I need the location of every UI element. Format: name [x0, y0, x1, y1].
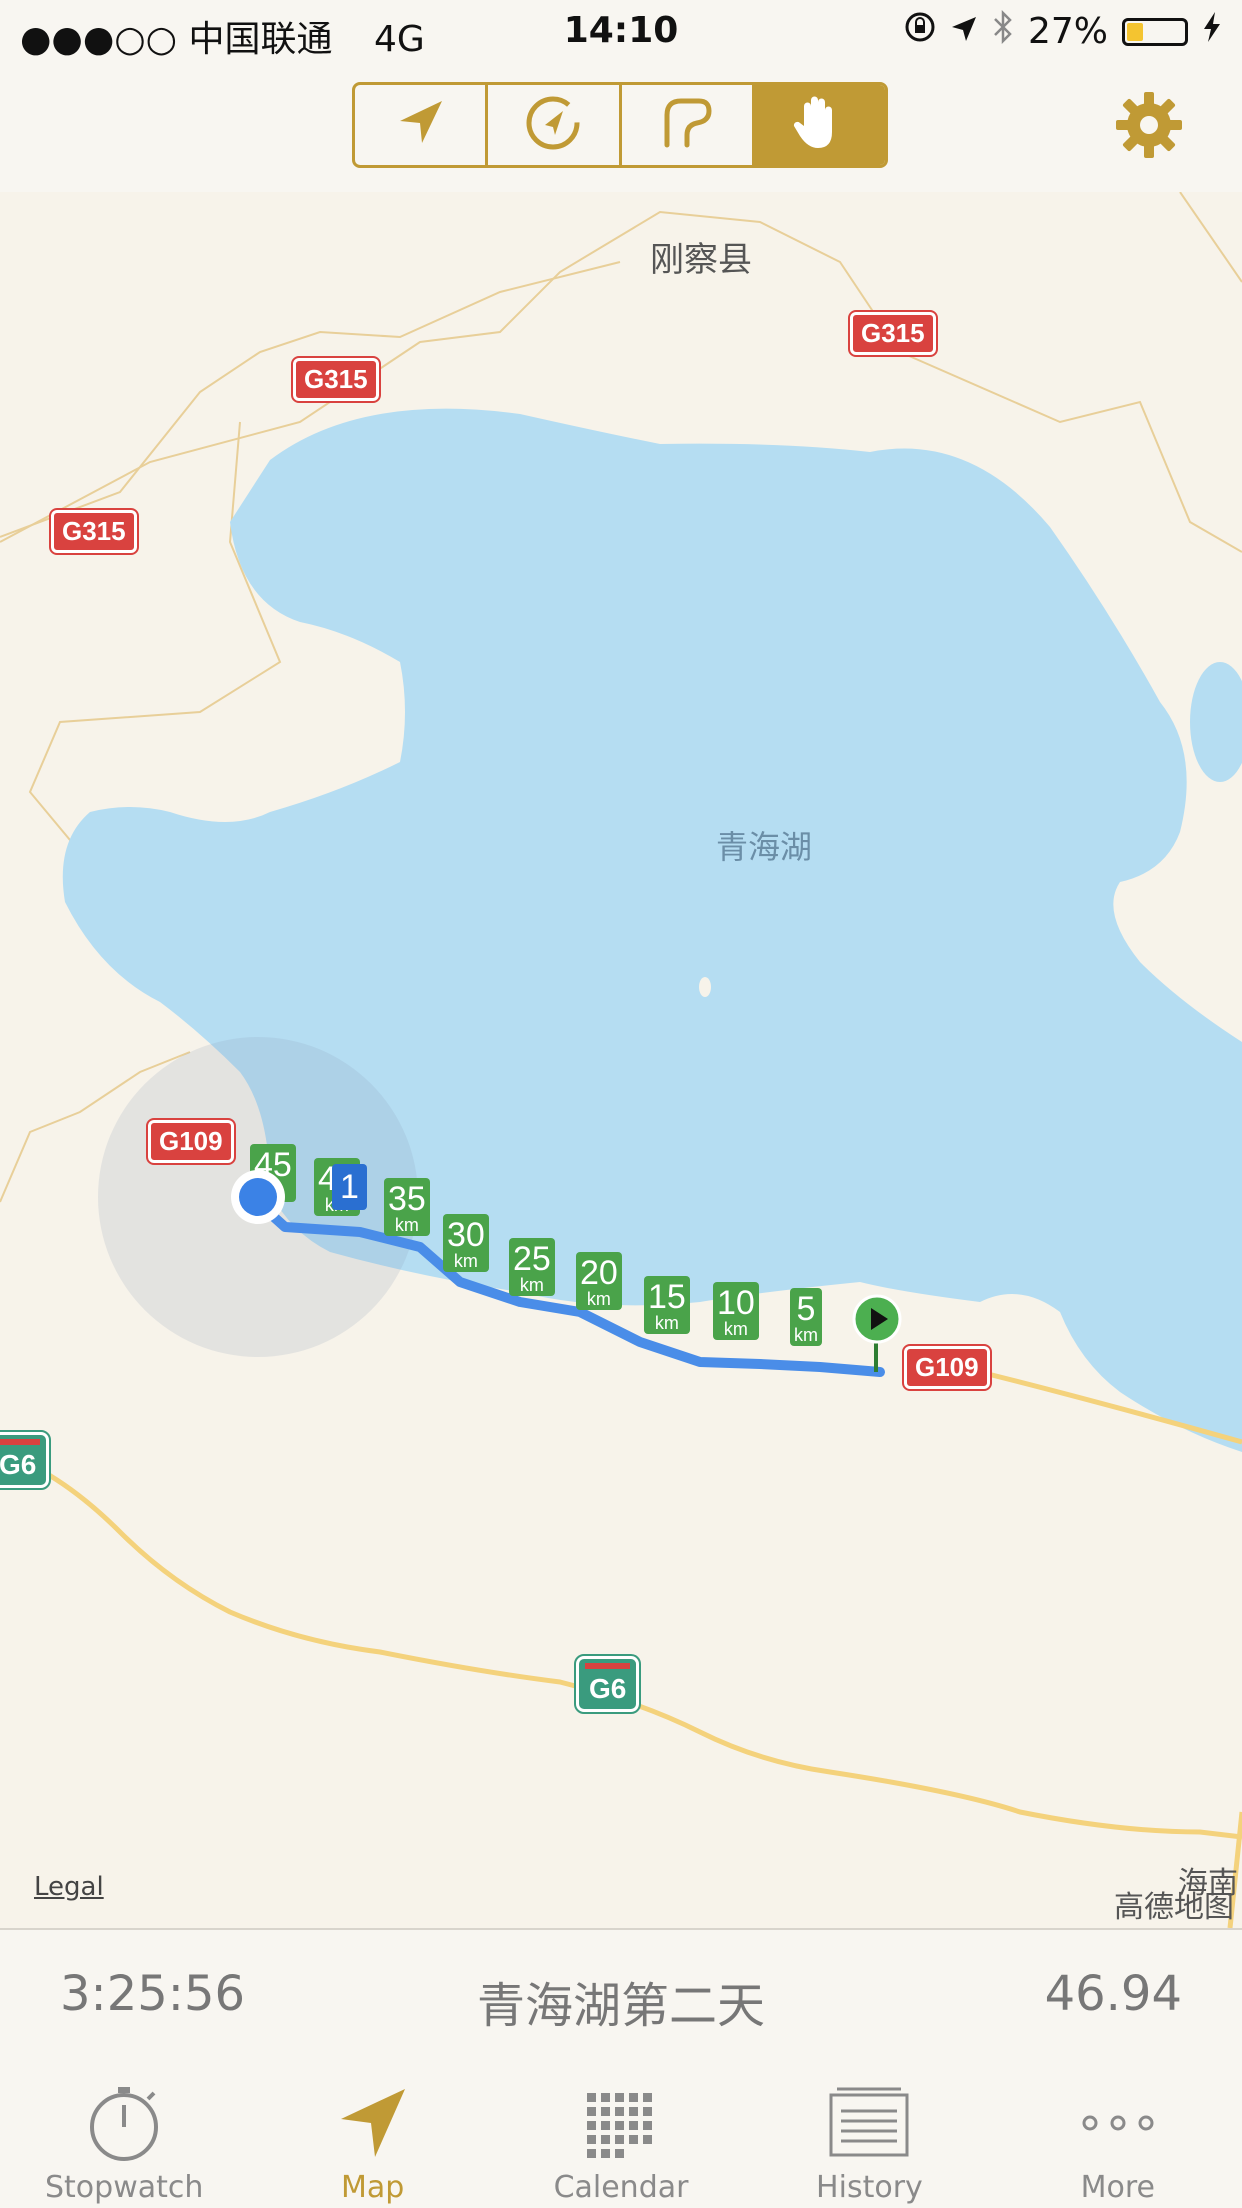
km-marker[interactable]: 15 km: [644, 1276, 690, 1334]
calendar-icon: [581, 2080, 661, 2166]
map-arrow-icon: [333, 2080, 413, 2166]
legal-link[interactable]: Legal: [34, 1872, 104, 1902]
km-marker[interactable]: 25 km: [509, 1238, 555, 1296]
km-marker[interactable]: 20 km: [576, 1252, 622, 1310]
tab-label: History: [816, 2170, 923, 2205]
gear-icon: [1114, 92, 1184, 164]
hand-mode-button[interactable]: [754, 85, 885, 165]
battery-icon: [1122, 17, 1188, 46]
status-bar: ●●●○○ 中国联通 4G 14:10 27%: [0, 0, 1242, 62]
tab-map[interactable]: Map: [248, 2062, 496, 2208]
map-mode-segmented-control: [352, 82, 888, 168]
battery-percent: 27%: [1027, 11, 1108, 52]
compass-rotate-icon: [523, 93, 583, 157]
road-shield-g315: G315: [848, 310, 938, 357]
tab-label: Calendar: [553, 2170, 689, 2205]
rotate-mode-button[interactable]: [488, 85, 622, 165]
tab-calendar[interactable]: Calendar: [497, 2062, 745, 2208]
road-shield-g109: G109: [146, 1118, 236, 1165]
hand-icon: [790, 92, 850, 158]
lake-label: 青海湖: [716, 828, 813, 866]
location-arrow-icon: [950, 11, 978, 52]
km-marker[interactable]: 35 km: [384, 1178, 430, 1236]
orientation-lock-icon: [904, 11, 936, 52]
road-shield-g6: G6: [0, 1430, 52, 1490]
road-shield-g109: G109: [902, 1344, 992, 1391]
tab-label: Map: [340, 2170, 405, 2205]
tab-stopwatch[interactable]: Stopwatch: [0, 2062, 248, 2208]
route-mode-button[interactable]: [622, 85, 755, 165]
km-marker[interactable]: 30 km: [443, 1214, 489, 1272]
stopwatch-icon: [84, 2080, 164, 2166]
bluetooth-icon: [992, 9, 1014, 53]
current-location-dot: [228, 1167, 288, 1227]
map-toolbar: [0, 62, 1242, 194]
tab-more[interactable]: More: [994, 2062, 1242, 2208]
tab-label: Stopwatch: [45, 2170, 204, 2205]
road-shield-g315: G315: [291, 356, 381, 403]
tab-bar: Stopwatch Map Calendar History More: [0, 2062, 1242, 2208]
charging-icon: [1202, 11, 1222, 52]
tab-history[interactable]: History: [745, 2062, 993, 2208]
road-shield-g315: G315: [49, 508, 139, 555]
settings-gear-button[interactable]: [1114, 90, 1184, 160]
status-right: 27%: [904, 9, 1222, 53]
navigate-arrow-icon: [392, 95, 448, 155]
more-icon: [1078, 2080, 1158, 2166]
distance-value: 46.94: [1044, 1966, 1182, 2022]
map-view[interactable]: 刚察县 青海湖 G315 G315 G315 G109 G109 G6 G6 4…: [0, 192, 1242, 1928]
road-shield-g6: G6: [573, 1654, 642, 1714]
km-marker[interactable]: 5 km: [790, 1288, 822, 1346]
route-path-icon: [657, 93, 717, 157]
history-icon: [827, 2080, 911, 2166]
corner-place-label: 海南: [1178, 1866, 1238, 1901]
lap-marker[interactable]: 1: [332, 1164, 367, 1210]
workout-summary-bar: 3:25:56 青海湖第二天 46.94: [0, 1928, 1242, 2064]
km-marker[interactable]: 10 km: [713, 1282, 759, 1340]
county-label: 刚察县: [650, 240, 752, 280]
tab-label: More: [1080, 2170, 1156, 2205]
navigate-mode-button[interactable]: [355, 85, 489, 165]
